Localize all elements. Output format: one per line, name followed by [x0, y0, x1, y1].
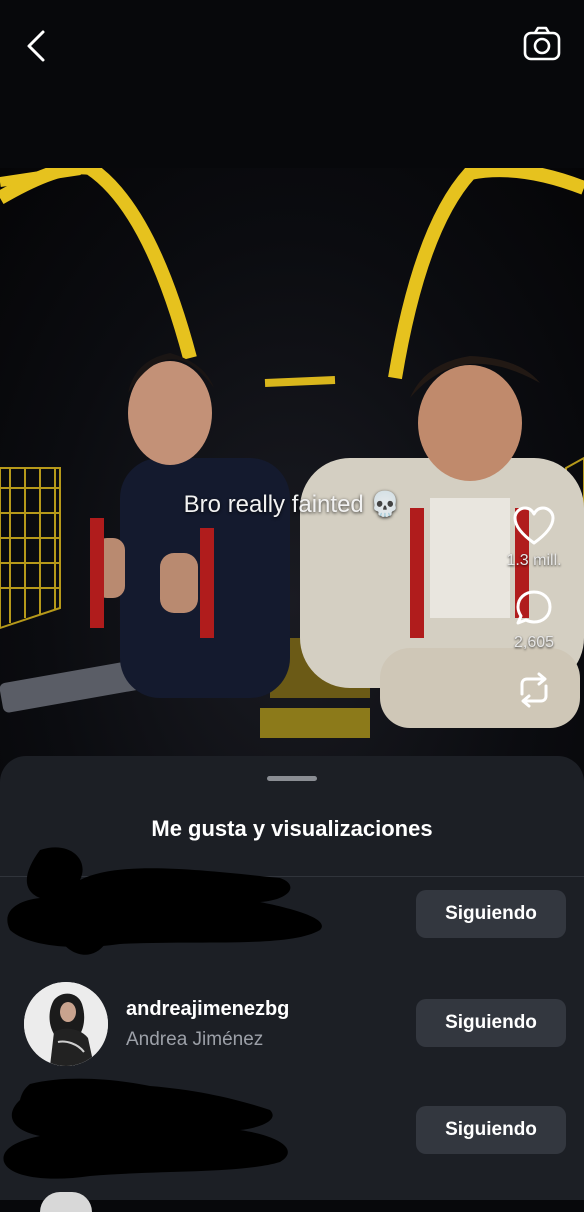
following-button[interactable]: Siguiendo	[416, 890, 566, 938]
user-info: andreajimenezbg Andrea Jiménez	[126, 998, 289, 1051]
comment-bubble-icon	[516, 590, 552, 625]
repost-icon	[520, 672, 548, 708]
user-row[interactable]: andreajimenezbg Andrea Jiménez Siguiendo	[0, 958, 584, 1066]
sheet-title: Me gusta y visualizaciones	[151, 816, 433, 841]
redacted-user-scribble	[7, 847, 322, 955]
top-bar	[0, 0, 584, 168]
back-button[interactable]	[18, 26, 54, 66]
user-row[interactable]: Siguiendo	[0, 847, 584, 968]
camera-button[interactable]	[522, 24, 562, 64]
likes-count: 1.3 mill.	[506, 552, 562, 569]
full-name: Andrea Jiménez	[126, 1029, 264, 1050]
following-button[interactable]: Siguiendo	[416, 1106, 566, 1154]
user-row[interactable]: Siguiendo	[0, 1066, 584, 1179]
redacted-user-scribble	[3, 1078, 288, 1179]
like-button[interactable]: 1.3 mill.	[494, 506, 574, 570]
sheet-grabber-handle[interactable]	[267, 776, 317, 781]
repost-button[interactable]	[494, 670, 574, 710]
profile-photo	[24, 982, 108, 1066]
camera-icon	[523, 26, 561, 61]
heart-icon	[513, 506, 555, 545]
next-row-avatar-peek	[40, 1192, 92, 1212]
username[interactable]: andreajimenezbg	[126, 998, 289, 1021]
video-side-actions: 1.3 mill. 2,605	[494, 506, 574, 728]
comment-button[interactable]: 2,605	[494, 588, 574, 652]
following-button[interactable]: Siguiendo	[416, 999, 566, 1047]
likes-views-sheet: Me gusta y visualizaciones Siguiendo and…	[0, 756, 584, 1212]
video-player[interactable]: Bro really fainted 💀 1.3 mill. 2,605	[0, 168, 584, 788]
comments-count: 2,605	[513, 634, 555, 651]
avatar[interactable]	[24, 982, 108, 1066]
chevron-left-icon	[27, 30, 45, 62]
